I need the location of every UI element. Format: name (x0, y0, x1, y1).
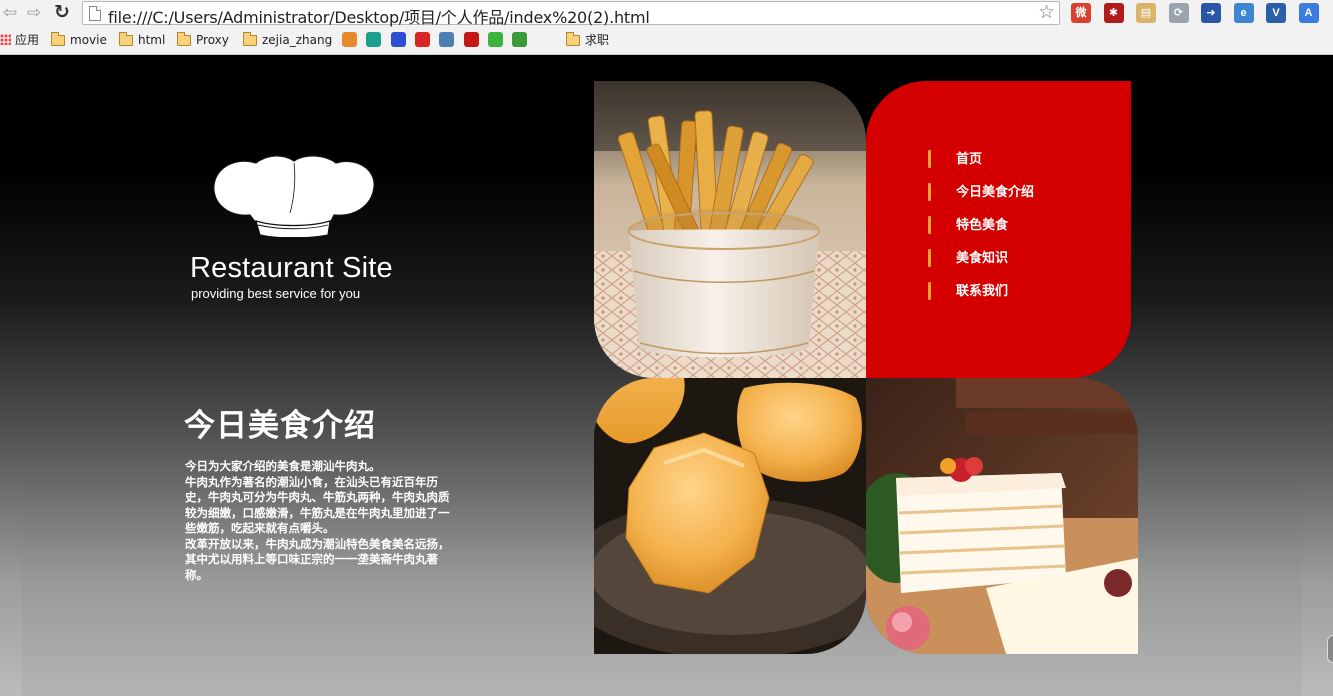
fries-image (594, 81, 866, 378)
bookmark-site-icon-baidu[interactable] (390, 32, 406, 47)
nav-bar-accent (928, 216, 931, 234)
bookmark-folder-zejia[interactable]: zejia_zhang (243, 32, 332, 48)
nav-link[interactable]: 美食知识 (956, 247, 1008, 266)
share-extension-icon[interactable]: ➜ (1201, 3, 1221, 23)
nav-bar-accent (928, 150, 931, 168)
nav-bar-accent (928, 282, 931, 300)
folder-icon (119, 32, 133, 46)
star-icon[interactable]: ☆ (1038, 2, 1055, 24)
chef-hat-icon (213, 155, 375, 237)
nav-bar-accent (928, 183, 931, 201)
apps-grid-icon (0, 34, 11, 45)
bookmark-label: zejia_zhang (262, 33, 333, 47)
folder-icon (243, 32, 257, 46)
bookmark-site-icon-6[interactable] (512, 32, 528, 47)
bookmark-site-icon-3[interactable] (414, 32, 430, 47)
pudding-image (594, 378, 866, 654)
bookmark-apps[interactable]: 应用 (0, 32, 39, 48)
translate-extension-icon[interactable]: A (1298, 3, 1319, 23)
notes-extension-icon[interactable]: ▤ (1136, 3, 1156, 23)
browser-toolbar: ⇦ ⇨ ↻ file:///C:/Users/Administrator/Des… (0, 0, 1333, 27)
bookmark-site-icon-2[interactable] (366, 32, 382, 47)
folder-icon (51, 32, 65, 46)
fries-photo (594, 81, 866, 378)
site-tagline: providing best service for you (191, 286, 361, 301)
bookmark-label: 求职 (585, 33, 610, 47)
nav-bar-accent (928, 249, 931, 267)
browser-chrome: ⇦ ⇨ ↻ file:///C:/Users/Administrator/Des… (0, 0, 1333, 55)
ie-tab-extension-icon[interactable]: e (1233, 3, 1254, 23)
site-logo[interactable]: Restaurant Site providing best service f… (190, 155, 410, 305)
bookmarks-bar: 应用 movie html Proxy zejia_zhang 求职 (0, 27, 1333, 53)
nav-link[interactable]: 首页 (956, 148, 982, 167)
bookmark-label: 应用 (15, 33, 40, 47)
bookmark-folder-movie[interactable]: movie (51, 32, 107, 48)
intro-paragraph: 改革开放以来，牛肉丸成为潮汕特色美食美名远扬，其中尤以用料上等口味正宗的一一垄美… (185, 536, 450, 582)
reload-icon[interactable]: ↻ (52, 3, 72, 23)
navigation-panel: 首页 今日美食介绍 特色美食 美食知识 联系我们 (866, 81, 1131, 378)
bookmark-site-icon-1[interactable] (342, 32, 357, 47)
url-text[interactable]: file:///C:/Users/Administrator/Desktop/项… (108, 4, 650, 28)
bookmark-label: html (138, 33, 166, 47)
address-bar[interactable]: file:///C:/Users/Administrator/Desktop/项… (82, 1, 1060, 28)
web-page: Restaurant Site providing best service f… (0, 55, 1333, 696)
intro-body: 今日为大家介绍的美食是潮汕牛肉丸。 牛肉丸作为著名的潮汕小食，在汕头已有近百年历… (185, 459, 453, 583)
folder-icon (566, 32, 580, 46)
nav-link[interactable]: 今日美食介绍 (956, 181, 1034, 200)
bookmark-label: Proxy (196, 33, 229, 47)
bookmark-site-icon-4[interactable] (439, 32, 455, 47)
forward-arrow-icon[interactable]: ⇨ (24, 3, 44, 23)
nav-link[interactable]: 联系我们 (956, 280, 1008, 299)
cake-photo (866, 378, 1138, 654)
scroll-handle[interactable] (1327, 635, 1333, 663)
bookmark-folder-jobs[interactable]: 求职 (566, 32, 609, 48)
bookmark-folder-proxy[interactable]: Proxy (177, 32, 229, 48)
pudding-photo (594, 378, 866, 654)
lastpass-extension-icon[interactable]: ✱ (1103, 3, 1124, 23)
bookmark-site-icon-wechat[interactable] (487, 32, 503, 47)
sync-extension-icon[interactable]: ⟳ (1168, 3, 1189, 23)
page-icon (89, 6, 101, 21)
intro-paragraph: 牛肉丸作为著名的潮汕小食，在汕头已有近百年历史，牛肉丸可分为牛肉丸、牛筋丸两种，… (185, 474, 450, 536)
cake-image (866, 378, 1138, 654)
vue-extension-icon[interactable]: V (1266, 3, 1286, 23)
bookmark-label: movie (70, 33, 107, 47)
bookmark-site-icon-5[interactable] (463, 32, 479, 47)
intro-paragraph: 今日为大家介绍的美食是潮汕牛肉丸。 (185, 459, 381, 473)
nav-link[interactable]: 特色美食 (956, 214, 1008, 233)
bookmark-folder-html[interactable]: html (119, 32, 165, 48)
folder-icon (177, 32, 191, 46)
site-name: Restaurant Site (190, 252, 393, 284)
back-arrow-icon[interactable]: ⇦ (0, 3, 20, 23)
intro-title: 今日美食介绍 (184, 408, 376, 444)
weibo-extension-icon[interactable]: 微 (1071, 3, 1091, 23)
